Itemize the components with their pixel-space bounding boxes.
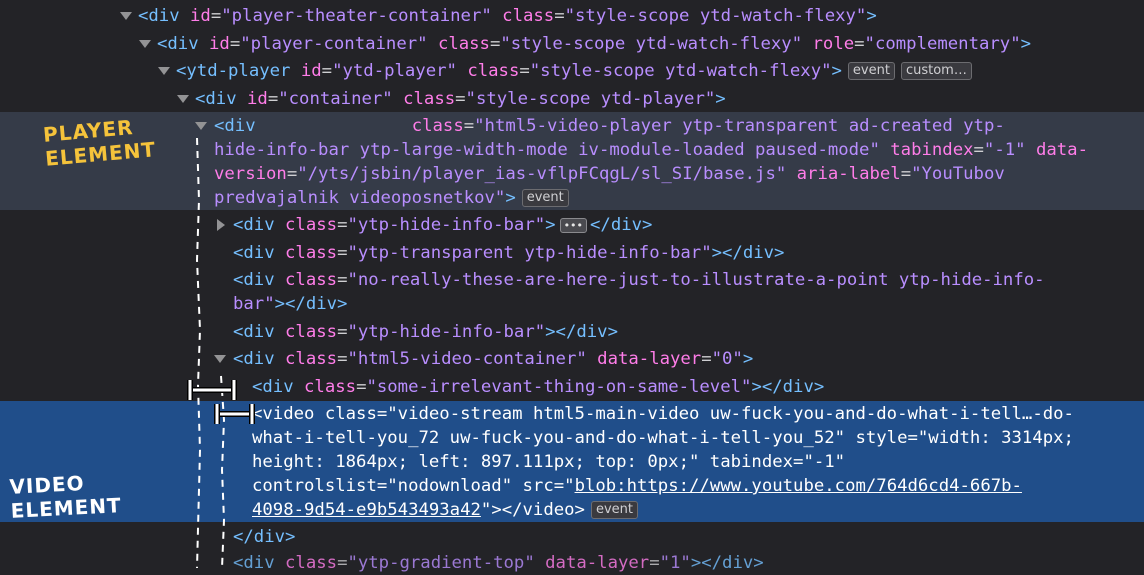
measure-marker-same-level bbox=[187, 380, 237, 400]
annotation-overlay bbox=[187, 137, 255, 568]
video-guide-line bbox=[220, 375, 226, 568]
player-guide-line bbox=[195, 137, 202, 568]
video-element-annotation: VIDEO ELEMENT bbox=[8, 471, 123, 523]
measure-marker-video bbox=[214, 404, 255, 424]
player-element-annotation: PLAYER ELEMENT bbox=[42, 115, 157, 171]
